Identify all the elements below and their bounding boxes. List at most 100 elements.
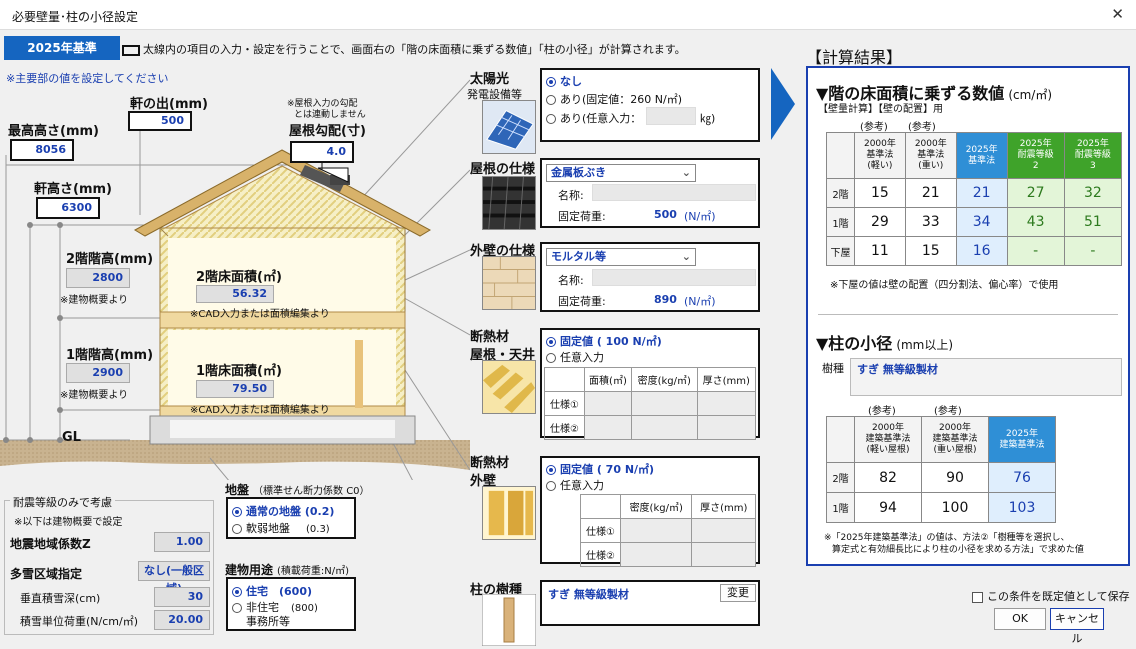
usage-title: 建物用途 (積載荷重:N/㎡) bbox=[225, 563, 350, 577]
cancel-button[interactable]: キャンセル bbox=[1050, 608, 1104, 645]
solar-unit: ㎏) bbox=[700, 112, 716, 125]
col-2025: 2025年 基準法 bbox=[955, 132, 1008, 179]
roof-spec-panel: 金属板ぶき ⌄ 名称: 固定荷重: 500 (N/㎡) bbox=[540, 158, 760, 228]
wall-load-value: 890 bbox=[654, 293, 677, 306]
col-2025-grade2: 2025年 耐震等級 2 bbox=[1006, 132, 1065, 179]
ok-button[interactable]: OK bbox=[994, 608, 1046, 630]
col-2025-grade3: 2025年 耐震等級 3 bbox=[1063, 132, 1123, 179]
ground-panel: 通常の地盤 (0.2) 軟弱地盤 (0.3) bbox=[226, 497, 356, 539]
insul-wall-row-label: 仕様① bbox=[580, 518, 621, 543]
result-arrow-icon bbox=[771, 68, 795, 140]
roof-pitch-input[interactable]: 4.0 bbox=[290, 141, 354, 163]
eave-out-input[interactable]: 500 bbox=[128, 111, 192, 131]
usage-panel: 住宅 (600) 非住宅 (800) 事務所等 bbox=[226, 577, 356, 631]
result-panel: ▼階の床面積に乗ずる数値 (cm/㎡) 【壁量計算】【壁の配置】用 (参考) (参… bbox=[806, 66, 1130, 566]
f2-area-label: 2階床面積(㎡) bbox=[196, 270, 282, 285]
close-icon[interactable]: ✕ bbox=[1111, 5, 1124, 23]
save-default-checkbox[interactable]: この条件を既定値として保存 bbox=[972, 588, 1130, 604]
insul-roof-title: 断熱材 bbox=[470, 330, 510, 345]
column-species-value: すぎ 無等級製材 bbox=[548, 588, 629, 601]
chevron-down-icon: ⌄ bbox=[681, 166, 691, 179]
column-species-panel: すぎ 無等級製材 変更 bbox=[540, 580, 760, 626]
result-divider bbox=[818, 314, 1118, 315]
wall-material-icon bbox=[482, 256, 536, 310]
solar-none-radio[interactable]: なし bbox=[546, 73, 582, 89]
insul-roof-panel: 固定値 ( 100 N/㎡) 任意入力 面積(㎡) 密度(kg/㎥) 厚さ(mm) … bbox=[540, 328, 760, 440]
ref-label-2: (参考) bbox=[908, 122, 936, 133]
table-row: 2階 15 21 21 27 32 bbox=[826, 178, 1123, 208]
wall-type-select[interactable]: モルタル等 ⌄ bbox=[546, 248, 696, 266]
ground-title: 地盤 （標準せん断力係数 C0） bbox=[225, 483, 370, 497]
solar-panel-icon bbox=[482, 100, 536, 154]
insul-wall-fixed-radio[interactable]: 固定値 ( 70 N/㎡) bbox=[546, 461, 654, 477]
solar-custom-radio[interactable]: あり(任意入力： bbox=[546, 110, 641, 126]
wall-spec-panel: モルタル等 ⌄ 名称: 固定荷重: 890 (N/㎡) bbox=[540, 242, 760, 312]
solar-title: 太陽光 bbox=[470, 72, 510, 87]
usage-office-sub: 事務所等 bbox=[246, 615, 290, 628]
roof-tile-icon bbox=[482, 176, 536, 230]
table-row: 1階 94 100 103 bbox=[826, 492, 1056, 523]
roof-name-label: 名称: bbox=[558, 189, 584, 202]
seismic-note: ※以下は建物概要で設定 bbox=[14, 517, 123, 528]
roof-type-select[interactable]: 金属板ぶき ⌄ bbox=[546, 164, 696, 182]
insulation-wall-icon bbox=[482, 486, 536, 540]
header-note: 太線内の項目の入力・設定を行うことで、画面右の「階の床面積に乗ずる数値」「柱の小… bbox=[122, 41, 686, 57]
eave-out-label: 軒の出(mm) bbox=[130, 97, 208, 112]
wall-load-label: 固定荷重: bbox=[558, 295, 606, 308]
insul-wall-row-label: 仕様② bbox=[580, 542, 621, 567]
insul-roof-fixed-radio[interactable]: 固定値 ( 100 N/㎡) bbox=[546, 333, 662, 349]
change-species-button[interactable]: 変更 bbox=[720, 584, 756, 602]
f1-area-label: 1階床面積(㎡) bbox=[196, 364, 282, 379]
load-value: 20.00 bbox=[154, 610, 210, 630]
col-2000-light: 2000年 基準法 (軽い) bbox=[854, 132, 906, 179]
solar-panel: なし あり(固定値：260 N/㎡) あり(任意入力： ㎏) bbox=[540, 68, 760, 142]
roof-pitch-label: 屋根勾配(寸) bbox=[289, 124, 366, 139]
standard-badge: 2025年基準 bbox=[4, 36, 120, 60]
solar-fixed-radio[interactable]: あり(固定値：260 N/㎡) bbox=[546, 91, 682, 107]
max-height-input[interactable]: 8056 bbox=[10, 139, 74, 161]
title-bar: 必要壁量･柱の小径設定 ✕ bbox=[0, 0, 1136, 30]
ref-label-1: (参考) bbox=[860, 122, 888, 133]
ground-normal-radio[interactable]: 通常の地盤 (0.2) bbox=[232, 503, 334, 519]
insul-roof-custom-radio[interactable]: 任意入力 bbox=[546, 349, 604, 365]
eave-height-label: 軒高さ(mm) bbox=[34, 182, 112, 197]
insul-wall-custom-radio[interactable]: 任意入力 bbox=[546, 477, 604, 493]
zone-label: 地震地域係数Z bbox=[10, 537, 91, 551]
col-2000-light-roof: 2000年 建築基準法 (軽い屋根) bbox=[854, 416, 922, 463]
f2-height-value: 2800 bbox=[66, 268, 130, 288]
gl-label: GL bbox=[62, 430, 81, 445]
wood-column-icon bbox=[482, 594, 536, 646]
wall-name-input[interactable] bbox=[592, 269, 756, 286]
max-height-label: 最高高さ(mm) bbox=[8, 124, 99, 139]
insul-wall-table: 密度(kg/㎥) 厚さ(mm) 仕様① 仕様② bbox=[580, 494, 756, 567]
column-note-2: 算定式と有効細長比により柱の小径を求める方法」で求めた値 bbox=[832, 545, 1084, 555]
f1-height-note: ※建物概要より bbox=[60, 390, 129, 401]
f1-height-label: 1階階高(mm) bbox=[66, 348, 154, 363]
table-row: 2階 82 90 76 bbox=[826, 462, 1056, 493]
load-label: 積雪単位荷重(N/cm/㎡) bbox=[20, 615, 138, 628]
f1-area-value: 79.50 bbox=[196, 380, 274, 398]
insulation-roof-icon bbox=[482, 360, 536, 414]
roof-load-value: 500 bbox=[654, 208, 677, 221]
wall-name-label: 名称: bbox=[558, 274, 584, 287]
insul-wall-title: 断熱材 bbox=[470, 456, 510, 471]
ground-soft-radio[interactable]: 軟弱地盤 (0.3) bbox=[232, 520, 330, 536]
insul-roof-row-label: 仕様① bbox=[544, 391, 585, 416]
table-row: 下屋 11 15 16 - - bbox=[826, 236, 1123, 266]
window-title: 必要壁量･柱の小径設定 bbox=[12, 10, 139, 24]
thick-border-legend bbox=[122, 44, 140, 56]
ref-label-4: (参考) bbox=[934, 406, 962, 417]
solar-custom-input[interactable] bbox=[646, 107, 696, 125]
roof-name-input[interactable] bbox=[592, 184, 756, 201]
snow-label: 多雪区域指定 bbox=[10, 567, 83, 581]
eave-height-input[interactable]: 6300 bbox=[36, 197, 100, 219]
floor-factor-sub: 【壁量計算】【壁の配置】用 bbox=[818, 104, 943, 115]
f2-area-note: ※CAD入力または面積編集より bbox=[190, 309, 330, 320]
species-value: すぎ 無等級製材 bbox=[850, 358, 1122, 396]
zone-value: 1.00 bbox=[154, 532, 210, 552]
ref-label-3: (参考) bbox=[868, 406, 896, 417]
wall-load-unit: (N/㎡) bbox=[684, 295, 716, 308]
roof-load-label: 固定荷重: bbox=[558, 210, 606, 223]
usage-house-radio[interactable]: 住宅 (600) bbox=[232, 583, 312, 599]
col-2000-heavy-roof: 2000年 建築基準法 (重い屋根) bbox=[921, 416, 989, 463]
